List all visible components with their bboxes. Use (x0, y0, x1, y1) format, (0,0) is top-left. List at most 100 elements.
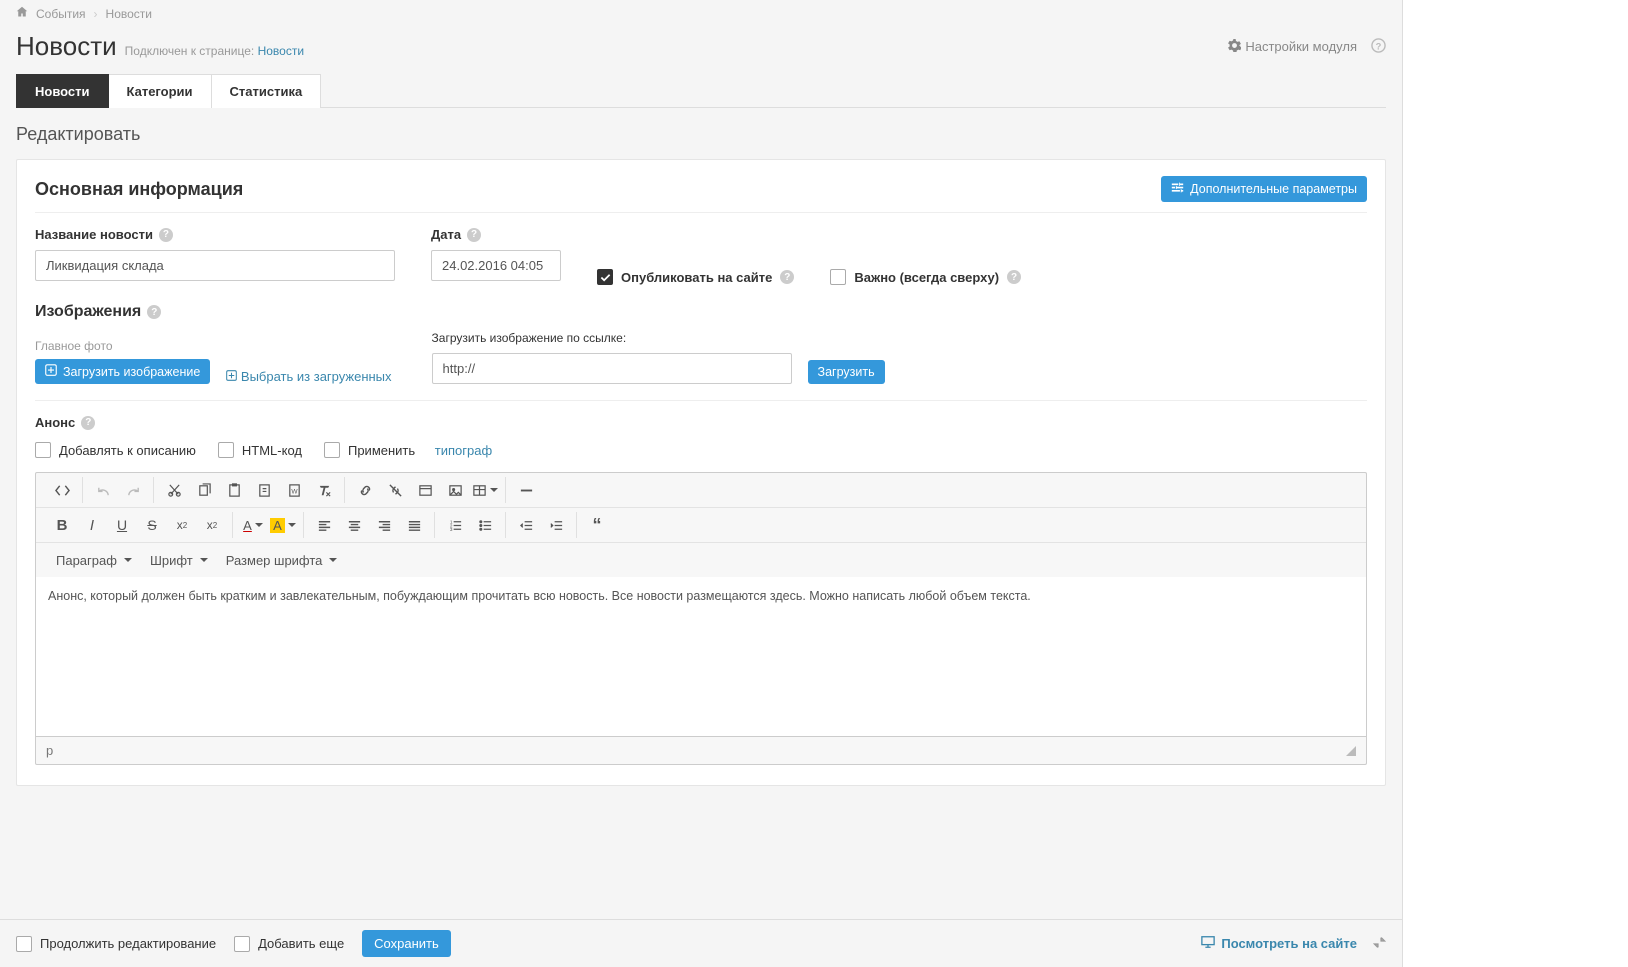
html-code-checkbox[interactable] (218, 442, 234, 458)
bg-color-icon[interactable]: A (269, 512, 297, 538)
date-label: Дата ? (431, 227, 561, 242)
svg-text:W: W (291, 488, 298, 495)
page-subtitle-link[interactable]: Новости (258, 44, 304, 58)
underline-icon[interactable]: U (108, 512, 136, 538)
more-params-button[interactable]: Дополнительные параметры (1161, 176, 1367, 202)
page-scroll[interactable]: События › Новости Новости Подключен к ст… (0, 0, 1402, 967)
breadcrumb-item-events[interactable]: События (36, 7, 86, 21)
source-icon[interactable] (48, 477, 76, 503)
important-checkbox-row[interactable]: Важно (всегда сверху) ? (830, 269, 1021, 285)
date-input[interactable] (431, 250, 561, 281)
image-icon[interactable] (441, 477, 469, 503)
continue-edit-checkbox-row[interactable]: Продолжить редактирование (16, 936, 216, 952)
help-icon[interactable]: ? (467, 228, 481, 242)
unlink-icon[interactable] (381, 477, 409, 503)
load-url-button[interactable]: Загрузить (808, 360, 885, 384)
upload-image-button[interactable]: Загрузить изображение (35, 359, 210, 384)
view-on-site-link[interactable]: Посмотреть на сайте (1201, 935, 1357, 952)
table-icon[interactable] (471, 477, 499, 503)
plus-square-icon (226, 369, 241, 384)
undo-icon[interactable] (89, 477, 117, 503)
right-gutter (1402, 0, 1628, 967)
add-to-desc-checkbox-row[interactable]: Добавлять к описанию (35, 442, 196, 458)
align-left-icon[interactable] (310, 512, 338, 538)
clear-format-icon[interactable] (310, 477, 338, 503)
anchor-icon[interactable] (411, 477, 439, 503)
add-more-checkbox-row[interactable]: Добавить еще (234, 936, 344, 952)
apply-typograf-checkbox[interactable] (324, 442, 340, 458)
page-title: Новости (16, 31, 117, 62)
section-edit-title: Редактировать (16, 124, 1386, 145)
tab-categories[interactable]: Категории (109, 74, 212, 108)
quote-icon[interactable]: “ (583, 512, 611, 538)
redo-icon[interactable] (119, 477, 147, 503)
align-center-icon[interactable] (340, 512, 368, 538)
chevron-right-icon: › (94, 7, 98, 21)
help-icon[interactable]: ? (1007, 270, 1021, 284)
typograf-link[interactable]: типограф (435, 443, 492, 458)
main-photo-label: Главное фото (35, 339, 210, 353)
resize-handle-icon[interactable] (1346, 746, 1356, 756)
gear-icon (1228, 39, 1241, 55)
help-icon[interactable]: ? (780, 270, 794, 284)
font-select[interactable]: Шрифт (142, 547, 216, 573)
main-info-card: Основная информация Дополнительные парам… (16, 159, 1386, 786)
svg-text:3: 3 (449, 527, 452, 532)
link-icon[interactable] (351, 477, 379, 503)
tab-stats[interactable]: Статистика (212, 74, 322, 108)
help-icon[interactable]: ? (159, 228, 173, 242)
sliders-icon (1171, 181, 1184, 197)
paragraph-select[interactable]: Параграф (48, 547, 140, 573)
breadcrumb-item-news[interactable]: Новости (106, 7, 152, 21)
align-right-icon[interactable] (370, 512, 398, 538)
collapse-icon[interactable] (1373, 936, 1386, 952)
name-input[interactable] (35, 250, 395, 281)
bold-icon[interactable]: B (48, 512, 76, 538)
align-justify-icon[interactable] (400, 512, 428, 538)
important-checkbox[interactable] (830, 269, 846, 285)
home-icon[interactable] (16, 6, 28, 21)
editor-body[interactable]: Анонс, который должен быть кратким и зав… (35, 577, 1367, 737)
ul-icon[interactable] (471, 512, 499, 538)
cut-icon[interactable] (160, 477, 188, 503)
indent-icon[interactable] (542, 512, 570, 538)
strike-icon[interactable]: S (138, 512, 166, 538)
italic-icon[interactable]: I (78, 512, 106, 538)
html-code-checkbox-row[interactable]: HTML-код (218, 442, 302, 458)
paste-word-icon[interactable]: W (280, 477, 308, 503)
apply-typograf-checkbox-row[interactable]: Применить типограф (324, 442, 492, 458)
add-to-desc-checkbox[interactable] (35, 442, 51, 458)
hr-icon[interactable] (512, 477, 540, 503)
editor-path[interactable]: p (46, 743, 53, 758)
ol-icon[interactable]: 123 (441, 512, 469, 538)
page-subtitle: Подключен к странице: Новости (125, 44, 304, 58)
subscript-icon[interactable]: x2 (198, 512, 226, 538)
image-url-input[interactable] (432, 353, 792, 384)
module-settings-link[interactable]: Настройки модуля (1228, 39, 1357, 55)
editor-status-bar: p (35, 737, 1367, 765)
tab-news[interactable]: Новости (16, 74, 109, 108)
font-size-select[interactable]: Размер шрифта (218, 547, 346, 573)
plus-square-icon (45, 364, 57, 379)
paste-icon[interactable] (220, 477, 248, 503)
copy-icon[interactable] (190, 477, 218, 503)
help-icon[interactable]: ? (147, 305, 161, 319)
save-button[interactable]: Сохранить (362, 930, 451, 957)
anons-label: Анонс ? (35, 415, 1367, 430)
card-title: Основная информация (35, 179, 243, 200)
breadcrumb: События › Новости (16, 0, 1386, 27)
publish-checkbox-row[interactable]: Опубликовать на сайте ? (597, 269, 794, 285)
name-label: Название новости ? (35, 227, 395, 242)
pick-from-uploaded-link[interactable]: Выбрать из загруженных (226, 369, 391, 384)
outdent-icon[interactable] (512, 512, 540, 538)
text-color-icon[interactable]: A (239, 512, 267, 538)
monitor-icon (1201, 935, 1215, 952)
paste-text-icon[interactable] (250, 477, 278, 503)
continue-edit-checkbox[interactable] (16, 936, 32, 952)
help-icon[interactable]: ? (1371, 38, 1386, 56)
publish-checkbox[interactable] (597, 269, 613, 285)
url-upload-label: Загрузить изображение по ссылке: (432, 331, 792, 345)
help-icon[interactable]: ? (81, 416, 95, 430)
add-more-checkbox[interactable] (234, 936, 250, 952)
superscript-icon[interactable]: x2 (168, 512, 196, 538)
